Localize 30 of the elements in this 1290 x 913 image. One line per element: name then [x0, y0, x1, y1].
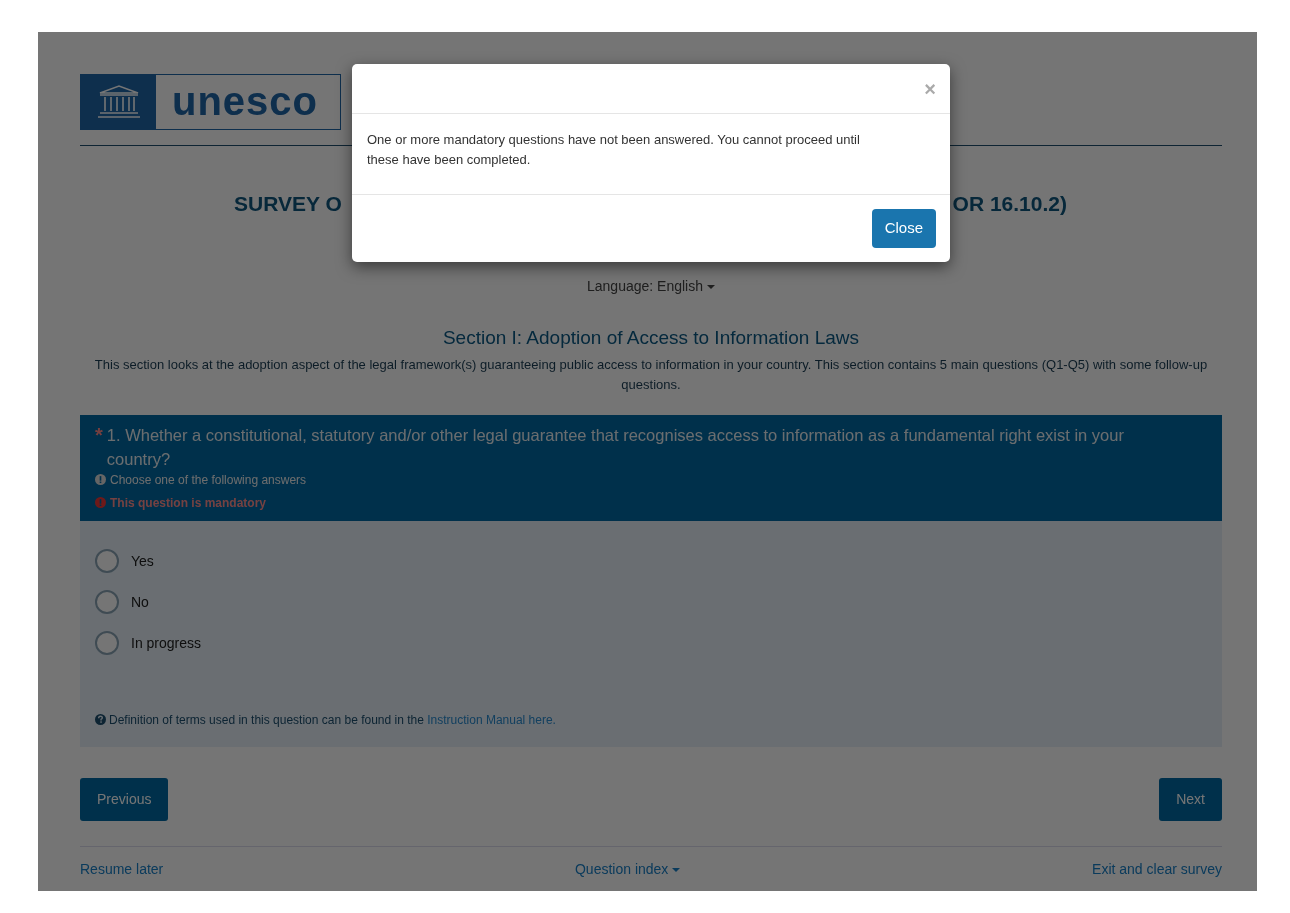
section-description: This section looks at the adoption aspect of the legal framework(s) guaranteeing public access to information in your country. This section contains 5 main questions (Q1-Q5) with some follow-up questions.	[93, 355, 1209, 394]
help-icon	[95, 714, 106, 725]
previous-button[interactable]: Previous	[80, 777, 169, 821]
option-label: In progress	[131, 633, 202, 653]
radio-button[interactable]	[95, 590, 119, 614]
question-hint: Choose one of the following answers	[110, 471, 307, 489]
survey-title: OR 16.10.2)	[952, 191, 1067, 217]
error-message: This question is mandatory	[110, 494, 267, 512]
resume-later-link[interactable]: Resume later	[80, 858, 164, 880]
option-label: No	[131, 592, 149, 612]
next-button[interactable]: Next	[1159, 777, 1222, 821]
dialog-message: One or more mandatory questions have not been answered. You cannot proceed until these have been completed.	[352, 114, 950, 195]
instruction-manual-link[interactable]: Instruction Manual here.	[427, 712, 556, 727]
question-index-dropdown[interactable]: Question index	[574, 858, 681, 880]
radio-button[interactable]	[95, 631, 119, 655]
info-icon	[95, 474, 106, 485]
help-text: Definition of terms used in this question can be found in the Instruction Manual here.	[109, 711, 556, 729]
close-button[interactable]: Close	[871, 209, 936, 248]
radio-button[interactable]	[95, 549, 119, 573]
logo-wordmark: unesco	[171, 78, 320, 125]
question-text: 1. Whether a constitutional, statutory and/or other legal guarantee that recognises access to information as a fundamental right exist in your country?	[106, 424, 1125, 470]
section-title: Section I: Adoption of Access to Information Laws	[441, 326, 861, 350]
close-button[interactable]: ×	[924, 78, 936, 99]
exit-survey-link[interactable]: Exit and clear survey	[1092, 858, 1222, 880]
language-dropdown[interactable]: Language: English	[587, 278, 715, 294]
option-label: Yes	[131, 551, 154, 571]
temple-icon	[95, 84, 142, 120]
warning-icon	[95, 497, 106, 508]
survey-title: SURVEY O	[234, 191, 342, 217]
required-mark: *	[95, 422, 103, 448]
